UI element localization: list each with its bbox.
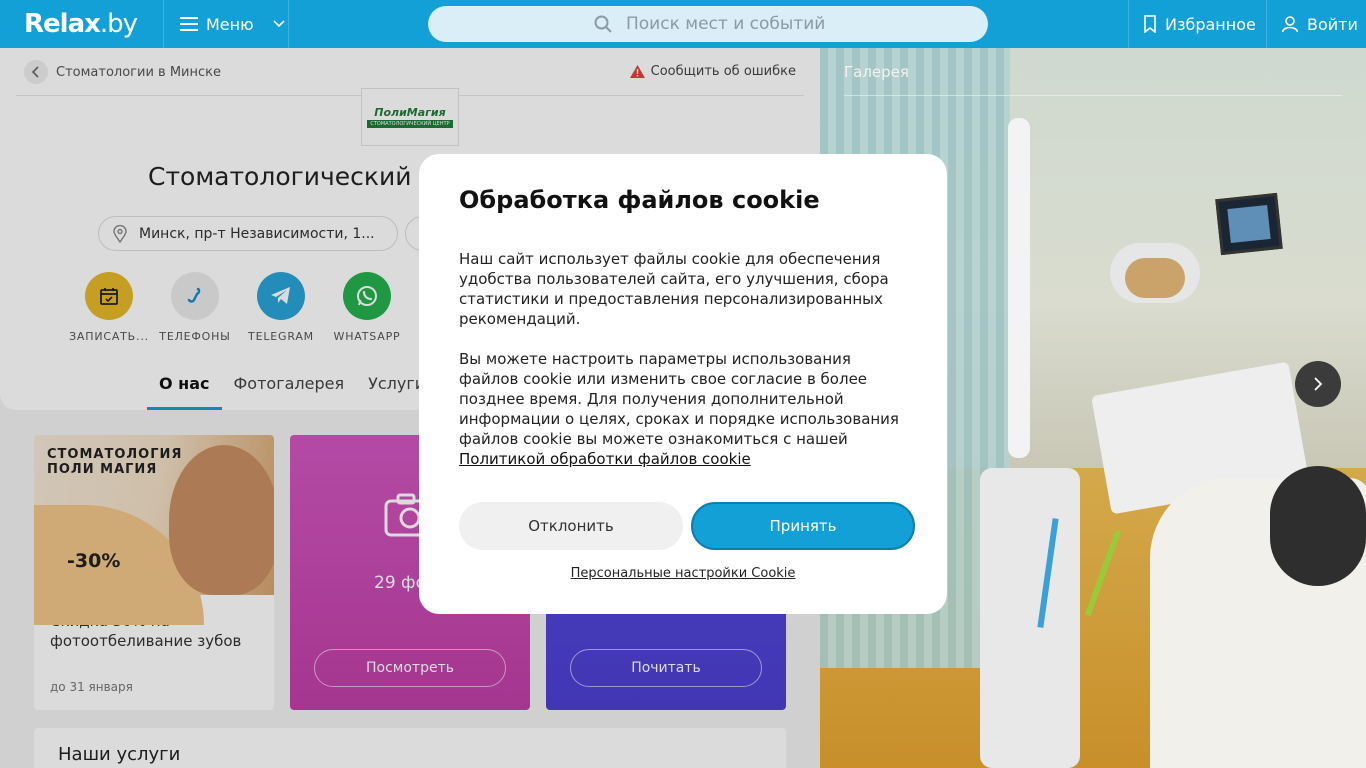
favorites-label: Избранное	[1165, 14, 1256, 34]
chevron-right-icon	[1314, 377, 1323, 391]
cookie-dialog: Обработка файлов cookie Наш сайт использ…	[419, 154, 947, 614]
personal-cookie-settings-link[interactable]: Персональные настройки Cookie	[419, 566, 947, 581]
search-icon	[594, 15, 612, 33]
site-logo[interactable]: Relax.by	[24, 9, 138, 39]
menu-button[interactable]: Меню	[163, 0, 289, 48]
gallery-divider	[844, 95, 1342, 96]
menu-label: Меню	[206, 14, 254, 34]
gallery-title: Галерея	[844, 63, 909, 81]
cookie-dialog-title: Обработка файлов cookie	[459, 186, 820, 214]
gallery-next-button[interactable]	[1295, 361, 1341, 407]
decline-button[interactable]: Отклонить	[459, 502, 683, 550]
favorites-button[interactable]: Избранное	[1128, 0, 1270, 48]
bookmark-icon	[1144, 15, 1156, 33]
top-header: Relax.by Меню Поиск мест и событий Избра…	[0, 0, 1366, 48]
login-label: Войти	[1307, 14, 1358, 34]
cookie-paragraph-2: Вы можете настроить параметры использова…	[459, 350, 899, 468]
cookie-policy-link[interactable]: Политикой обработки файлов cookie	[459, 450, 751, 468]
cookie-paragraph-1: Наш сайт использует файлы cookie для обе…	[459, 250, 889, 328]
search-placeholder: Поиск мест и событий	[626, 14, 826, 34]
search-input[interactable]: Поиск мест и событий	[428, 6, 988, 42]
accept-button[interactable]: Принять	[691, 502, 915, 550]
cookie-buttons: Отклонить Принять	[459, 502, 915, 550]
user-icon	[1281, 16, 1299, 33]
login-button[interactable]: Войти	[1266, 0, 1366, 48]
hamburger-icon	[180, 17, 198, 31]
chevron-down-icon	[273, 20, 285, 28]
